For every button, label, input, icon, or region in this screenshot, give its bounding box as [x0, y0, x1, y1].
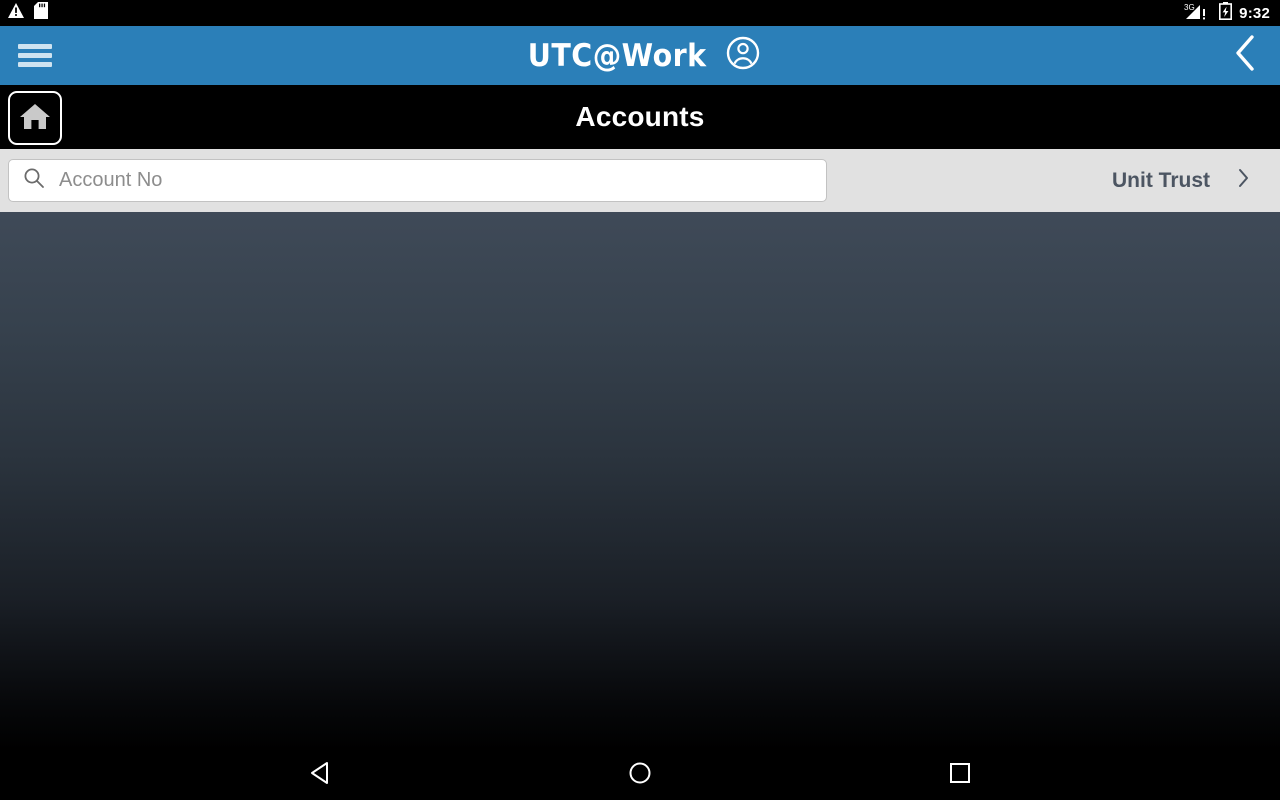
app-bar: UTC@Work: [0, 26, 1280, 85]
svg-text:3G: 3G: [1184, 3, 1195, 12]
home-button[interactable]: [8, 91, 62, 145]
status-bar-right-icons: 3G 9:32: [1184, 1, 1272, 25]
back-button[interactable]: [1210, 26, 1280, 85]
hamburger-menu-button[interactable]: [0, 26, 70, 85]
nav-home-button[interactable]: [570, 750, 710, 800]
chevron-left-icon: [1233, 34, 1257, 77]
android-navigation-bar: [0, 750, 1280, 800]
hamburger-menu-icon: [18, 40, 52, 71]
account-person-icon: [726, 36, 760, 75]
android-status-bar: 3G 9:32: [0, 0, 1280, 26]
nav-home-circle-icon: [628, 761, 652, 790]
warning-triangle-icon: [8, 3, 24, 23]
battery-icon: [1219, 1, 1233, 25]
page-title-bar: Accounts: [0, 85, 1280, 149]
brand-title: UTC@Work: [527, 37, 707, 74]
product-filter-label: Unit Trust: [1112, 168, 1210, 192]
status-bar-clock: 9:32: [1239, 4, 1270, 22]
search-field-wrapper[interactable]: [8, 159, 827, 202]
app-root: 3G 9:32 UTC@Work Accounts Account No Uni…: [0, 0, 1280, 800]
sd-card-icon: [34, 2, 48, 24]
nav-recents-button[interactable]: [890, 750, 1030, 800]
nav-back-triangle-icon: [309, 761, 331, 790]
product-filter-button[interactable]: Unit Trust: [1112, 167, 1280, 194]
search-filter-bar: Unit Trust: [0, 149, 1280, 212]
home-icon: [19, 101, 51, 136]
nav-back-button[interactable]: [250, 750, 390, 800]
accounts-list-area: [0, 212, 1280, 750]
nav-recents-square-icon: [949, 762, 971, 789]
chevron-right-icon: [1236, 167, 1250, 194]
brand-area: UTC@Work: [0, 26, 1280, 85]
search-input[interactable]: [59, 169, 812, 192]
page-title: Accounts: [575, 101, 705, 132]
signal-3g-icon: 3G: [1184, 2, 1212, 25]
status-bar-left-icons: [8, 2, 48, 24]
search-icon: [23, 167, 45, 194]
